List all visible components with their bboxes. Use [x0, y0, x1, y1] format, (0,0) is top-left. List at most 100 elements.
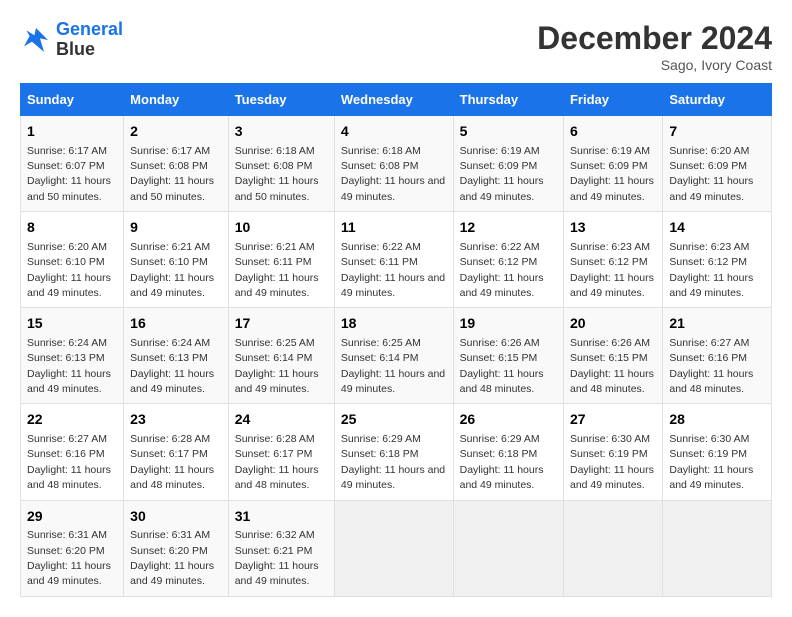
day-number: 4 — [341, 122, 447, 142]
calendar-cell: 30 Sunrise: 6:31 AMSunset: 6:20 PMDaylig… — [124, 500, 229, 596]
calendar-cell: 18 Sunrise: 6:25 AMSunset: 6:14 PMDaylig… — [334, 308, 453, 404]
cell-info: Sunrise: 6:23 AMSunset: 6:12 PMDaylight:… — [669, 241, 753, 299]
day-number: 1 — [27, 122, 117, 142]
day-number: 16 — [130, 314, 222, 334]
calendar-cell: 16 Sunrise: 6:24 AMSunset: 6:13 PMDaylig… — [124, 308, 229, 404]
cell-info: Sunrise: 6:26 AMSunset: 6:15 PMDaylight:… — [570, 337, 654, 395]
day-number: 15 — [27, 314, 117, 334]
calendar-cell: 13 Sunrise: 6:23 AMSunset: 6:12 PMDaylig… — [563, 212, 662, 308]
cell-info: Sunrise: 6:32 AMSunset: 6:21 PMDaylight:… — [235, 529, 319, 587]
location: Sago, Ivory Coast — [537, 57, 772, 73]
cell-info: Sunrise: 6:26 AMSunset: 6:15 PMDaylight:… — [460, 337, 544, 395]
day-number: 21 — [669, 314, 765, 334]
cell-info: Sunrise: 6:18 AMSunset: 6:08 PMDaylight:… — [341, 145, 445, 203]
header-day-monday: Monday — [124, 84, 229, 116]
calendar-table: SundayMondayTuesdayWednesdayThursdayFrid… — [20, 83, 772, 597]
cell-info: Sunrise: 6:17 AMSunset: 6:07 PMDaylight:… — [27, 145, 111, 203]
calendar-cell: 20 Sunrise: 6:26 AMSunset: 6:15 PMDaylig… — [563, 308, 662, 404]
cell-info: Sunrise: 6:17 AMSunset: 6:08 PMDaylight:… — [130, 145, 214, 203]
day-number: 24 — [235, 410, 328, 430]
cell-info: Sunrise: 6:27 AMSunset: 6:16 PMDaylight:… — [669, 337, 753, 395]
cell-info: Sunrise: 6:21 AMSunset: 6:10 PMDaylight:… — [130, 241, 214, 299]
header-day-thursday: Thursday — [453, 84, 563, 116]
day-number: 12 — [460, 218, 557, 238]
calendar-cell: 19 Sunrise: 6:26 AMSunset: 6:15 PMDaylig… — [453, 308, 563, 404]
cell-info: Sunrise: 6:29 AMSunset: 6:18 PMDaylight:… — [460, 433, 544, 491]
day-number: 28 — [669, 410, 765, 430]
calendar-cell: 26 Sunrise: 6:29 AMSunset: 6:18 PMDaylig… — [453, 404, 563, 500]
calendar-cell: 17 Sunrise: 6:25 AMSunset: 6:14 PMDaylig… — [228, 308, 334, 404]
day-number: 30 — [130, 507, 222, 527]
day-number: 2 — [130, 122, 222, 142]
header-day-wednesday: Wednesday — [334, 84, 453, 116]
day-number: 26 — [460, 410, 557, 430]
cell-info: Sunrise: 6:18 AMSunset: 6:08 PMDaylight:… — [235, 145, 319, 203]
day-number: 11 — [341, 218, 447, 238]
cell-info: Sunrise: 6:24 AMSunset: 6:13 PMDaylight:… — [130, 337, 214, 395]
cell-info: Sunrise: 6:29 AMSunset: 6:18 PMDaylight:… — [341, 433, 445, 491]
header-day-tuesday: Tuesday — [228, 84, 334, 116]
calendar-cell: 6 Sunrise: 6:19 AMSunset: 6:09 PMDayligh… — [563, 116, 662, 212]
calendar-cell: 4 Sunrise: 6:18 AMSunset: 6:08 PMDayligh… — [334, 116, 453, 212]
week-row-1: 1 Sunrise: 6:17 AMSunset: 6:07 PMDayligh… — [21, 116, 772, 212]
calendar-cell: 11 Sunrise: 6:22 AMSunset: 6:11 PMDaylig… — [334, 212, 453, 308]
calendar-cell: 22 Sunrise: 6:27 AMSunset: 6:16 PMDaylig… — [21, 404, 124, 500]
header-day-saturday: Saturday — [663, 84, 772, 116]
cell-info: Sunrise: 6:27 AMSunset: 6:16 PMDaylight:… — [27, 433, 111, 491]
cell-info: Sunrise: 6:28 AMSunset: 6:17 PMDaylight:… — [130, 433, 214, 491]
cell-info: Sunrise: 6:31 AMSunset: 6:20 PMDaylight:… — [130, 529, 214, 587]
logo-text: General Blue — [56, 20, 123, 60]
day-number: 5 — [460, 122, 557, 142]
cell-info: Sunrise: 6:25 AMSunset: 6:14 PMDaylight:… — [341, 337, 445, 395]
day-number: 18 — [341, 314, 447, 334]
week-row-2: 8 Sunrise: 6:20 AMSunset: 6:10 PMDayligh… — [21, 212, 772, 308]
cell-info: Sunrise: 6:22 AMSunset: 6:11 PMDaylight:… — [341, 241, 445, 299]
day-number: 31 — [235, 507, 328, 527]
day-number: 19 — [460, 314, 557, 334]
header-day-sunday: Sunday — [21, 84, 124, 116]
calendar-cell: 1 Sunrise: 6:17 AMSunset: 6:07 PMDayligh… — [21, 116, 124, 212]
calendar-cell: 31 Sunrise: 6:32 AMSunset: 6:21 PMDaylig… — [228, 500, 334, 596]
cell-info: Sunrise: 6:19 AMSunset: 6:09 PMDaylight:… — [460, 145, 544, 203]
header-day-friday: Friday — [563, 84, 662, 116]
day-number: 10 — [235, 218, 328, 238]
day-number: 6 — [570, 122, 656, 142]
calendar-cell: 29 Sunrise: 6:31 AMSunset: 6:20 PMDaylig… — [21, 500, 124, 596]
day-number: 13 — [570, 218, 656, 238]
day-number: 22 — [27, 410, 117, 430]
cell-info: Sunrise: 6:30 AMSunset: 6:19 PMDaylight:… — [669, 433, 753, 491]
calendar-cell: 28 Sunrise: 6:30 AMSunset: 6:19 PMDaylig… — [663, 404, 772, 500]
header-row: SundayMondayTuesdayWednesdayThursdayFrid… — [21, 84, 772, 116]
day-number: 3 — [235, 122, 328, 142]
cell-info: Sunrise: 6:21 AMSunset: 6:11 PMDaylight:… — [235, 241, 319, 299]
calendar-cell — [453, 500, 563, 596]
day-number: 27 — [570, 410, 656, 430]
day-number: 14 — [669, 218, 765, 238]
month-title: December 2024 — [537, 20, 772, 57]
calendar-cell: 21 Sunrise: 6:27 AMSunset: 6:16 PMDaylig… — [663, 308, 772, 404]
day-number: 20 — [570, 314, 656, 334]
calendar-cell: 27 Sunrise: 6:30 AMSunset: 6:19 PMDaylig… — [563, 404, 662, 500]
cell-info: Sunrise: 6:20 AMSunset: 6:09 PMDaylight:… — [669, 145, 753, 203]
cell-info: Sunrise: 6:31 AMSunset: 6:20 PMDaylight:… — [27, 529, 111, 587]
header: General Blue December 2024 Sago, Ivory C… — [20, 20, 772, 73]
calendar-cell: 9 Sunrise: 6:21 AMSunset: 6:10 PMDayligh… — [124, 212, 229, 308]
calendar-cell: 7 Sunrise: 6:20 AMSunset: 6:09 PMDayligh… — [663, 116, 772, 212]
week-row-5: 29 Sunrise: 6:31 AMSunset: 6:20 PMDaylig… — [21, 500, 772, 596]
calendar-cell: 12 Sunrise: 6:22 AMSunset: 6:12 PMDaylig… — [453, 212, 563, 308]
calendar-cell: 3 Sunrise: 6:18 AMSunset: 6:08 PMDayligh… — [228, 116, 334, 212]
calendar-cell — [663, 500, 772, 596]
title-area: December 2024 Sago, Ivory Coast — [537, 20, 772, 73]
calendar-cell: 25 Sunrise: 6:29 AMSunset: 6:18 PMDaylig… — [334, 404, 453, 500]
day-number: 29 — [27, 507, 117, 527]
week-row-3: 15 Sunrise: 6:24 AMSunset: 6:13 PMDaylig… — [21, 308, 772, 404]
calendar-cell: 10 Sunrise: 6:21 AMSunset: 6:11 PMDaylig… — [228, 212, 334, 308]
cell-info: Sunrise: 6:28 AMSunset: 6:17 PMDaylight:… — [235, 433, 319, 491]
logo-icon — [20, 24, 52, 56]
logo: General Blue — [20, 20, 123, 60]
cell-info: Sunrise: 6:22 AMSunset: 6:12 PMDaylight:… — [460, 241, 544, 299]
cell-info: Sunrise: 6:20 AMSunset: 6:10 PMDaylight:… — [27, 241, 111, 299]
calendar-cell: 5 Sunrise: 6:19 AMSunset: 6:09 PMDayligh… — [453, 116, 563, 212]
cell-info: Sunrise: 6:23 AMSunset: 6:12 PMDaylight:… — [570, 241, 654, 299]
day-number: 17 — [235, 314, 328, 334]
